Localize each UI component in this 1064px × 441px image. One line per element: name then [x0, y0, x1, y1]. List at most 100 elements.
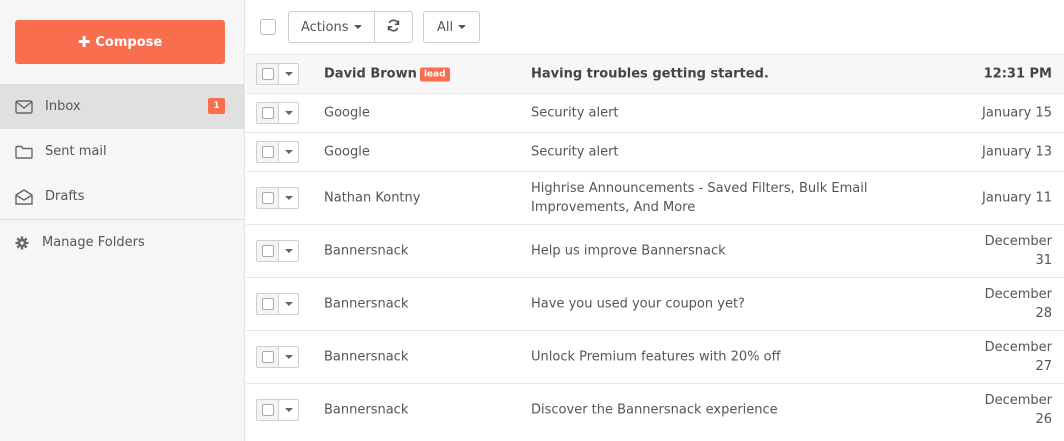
sender-name: Nathan Kontny: [324, 190, 421, 206]
row-select-control: [256, 187, 299, 209]
row-checkbox[interactable]: [257, 241, 279, 261]
row-menu-dropdown[interactable]: [279, 64, 298, 84]
message-date: December 28: [984, 287, 1052, 321]
caret-down-icon: [284, 302, 293, 306]
sender-name: Bannersnack: [324, 402, 409, 418]
action-button-group: Actions: [288, 11, 413, 43]
message-date: January 13: [982, 144, 1052, 160]
actions-label: Actions: [301, 19, 349, 35]
gear-icon: [14, 235, 30, 251]
message-sender: Bannersnack: [324, 297, 408, 312]
message-row[interactable]: Bannersnack Have you used your coupon yet…: [246, 277, 1064, 330]
message-row[interactable]: Bannersnack Discover the Bannersnack expe…: [246, 383, 1064, 436]
row-menu-dropdown[interactable]: [279, 400, 298, 420]
row-checkbox[interactable]: [257, 188, 279, 208]
refresh-button[interactable]: [373, 12, 412, 42]
row-select-control: [256, 346, 299, 368]
envelope-icon: [14, 97, 34, 117]
message-sender: David Brown lead: [324, 67, 450, 82]
sender-name: David Brown: [324, 66, 417, 82]
row-select-control: [256, 293, 299, 315]
message-row[interactable]: Google Security alert January 13: [246, 132, 1064, 171]
row-select-control: [256, 399, 299, 421]
row-checkbox[interactable]: [257, 347, 279, 367]
row-menu-dropdown[interactable]: [279, 188, 298, 208]
select-all-checkbox[interactable]: [260, 19, 276, 35]
message-subject: Help us improve Bannersnack: [531, 243, 726, 259]
row-checkbox[interactable]: [257, 400, 279, 420]
row-select-control: [256, 240, 299, 262]
message-subject: Having troubles getting started.: [531, 66, 769, 82]
sidebar-item-drafts[interactable]: Drafts: [0, 174, 245, 219]
row-menu-dropdown[interactable]: [279, 294, 298, 314]
row-select-control: [256, 102, 299, 124]
sidebar-item-label: Drafts: [45, 189, 85, 204]
sidebar-item-inbox[interactable]: Inbox 1: [0, 84, 245, 129]
caret-down-icon: [284, 196, 293, 200]
message-date: January 15: [982, 105, 1052, 121]
row-menu-dropdown[interactable]: [279, 347, 298, 367]
plus-icon: ✚: [77, 33, 91, 51]
caret-down-icon: [284, 72, 293, 76]
message-subject: Unlock Premium features with 20% off: [531, 349, 781, 365]
message-sender: Bannersnack: [324, 403, 408, 418]
caret-down-icon: [284, 111, 293, 115]
manage-folders-label: Manage Folders: [42, 235, 145, 250]
folder-icon: [14, 142, 34, 162]
row-checkbox[interactable]: [257, 294, 279, 314]
refresh-icon: [387, 19, 400, 36]
folder-nav: Inbox 1 Sent mail Drafts Manage Folders: [0, 84, 245, 265]
message-sender: Bannersnack: [324, 350, 408, 365]
caret-down-icon: [458, 25, 467, 29]
message-row[interactable]: Google Security alert January 15: [246, 93, 1064, 132]
message-subject: Have you used your coupon yet?: [531, 296, 745, 312]
sender-name: Bannersnack: [324, 296, 409, 312]
message-sender: Google: [324, 145, 370, 160]
message-sender: Nathan Kontny: [324, 191, 420, 206]
message-date: December 31: [984, 234, 1052, 268]
row-menu-dropdown[interactable]: [279, 142, 298, 162]
row-checkbox[interactable]: [257, 142, 279, 162]
message-row[interactable]: Bannersnack Help us improve Bannersnack De…: [246, 224, 1064, 277]
message-date: January 11: [982, 190, 1052, 206]
message-date: December 26: [984, 393, 1052, 427]
envelope-open-icon: [14, 187, 34, 207]
message-date: 12:31 PM: [983, 66, 1052, 82]
row-menu-dropdown[interactable]: [279, 241, 298, 261]
sender-name: Google: [324, 105, 370, 121]
filter-label: All: [437, 19, 454, 35]
message-subject: Highrise Announcements - Saved Filters, …: [531, 181, 868, 215]
row-checkbox[interactable]: [257, 64, 279, 84]
message-subject: Security alert: [531, 105, 619, 121]
filter-all-dropdown[interactable]: All: [423, 11, 481, 43]
row-checkbox[interactable]: [257, 103, 279, 123]
caret-down-icon: [284, 355, 293, 359]
message-subject: Security alert: [531, 144, 619, 160]
message-sender: Bannersnack: [324, 244, 408, 259]
message-list: David Brown lead Having troubles getting s…: [246, 54, 1064, 436]
manage-folders-link[interactable]: Manage Folders: [0, 220, 245, 265]
message-subject: Discover the Bannersnack experience: [531, 402, 778, 418]
compose-button[interactable]: ✚ Compose: [15, 20, 225, 64]
row-select-control: [256, 141, 299, 163]
sidebar-item-sent-mail[interactable]: Sent mail: [0, 129, 245, 174]
caret-down-icon: [284, 408, 293, 412]
message-row[interactable]: Bannersnack Unlock Premium features with …: [246, 330, 1064, 383]
message-date: December 27: [984, 340, 1052, 374]
sidebar-item-label: Inbox: [45, 99, 81, 114]
message-sender: Google: [324, 106, 370, 121]
message-row[interactable]: Nathan Kontny Highrise Announcements - Sa…: [246, 171, 1064, 224]
sender-name: Bannersnack: [324, 243, 409, 259]
sender-name: Google: [324, 144, 370, 160]
unread-count-badge: 1: [208, 98, 225, 114]
sidebar: ✚ Compose Inbox 1 Sent mail Drafts Manag…: [0, 0, 245, 441]
actions-dropdown[interactable]: Actions: [289, 12, 374, 42]
lead-tag-badge: lead: [419, 67, 450, 81]
caret-down-icon: [353, 25, 362, 29]
row-select-control: [256, 63, 299, 85]
compose-label: Compose: [95, 34, 163, 50]
message-row[interactable]: David Brown lead Having troubles getting s…: [246, 54, 1064, 93]
sender-name: Bannersnack: [324, 349, 409, 365]
sidebar-item-label: Sent mail: [45, 144, 107, 159]
row-menu-dropdown[interactable]: [279, 103, 298, 123]
